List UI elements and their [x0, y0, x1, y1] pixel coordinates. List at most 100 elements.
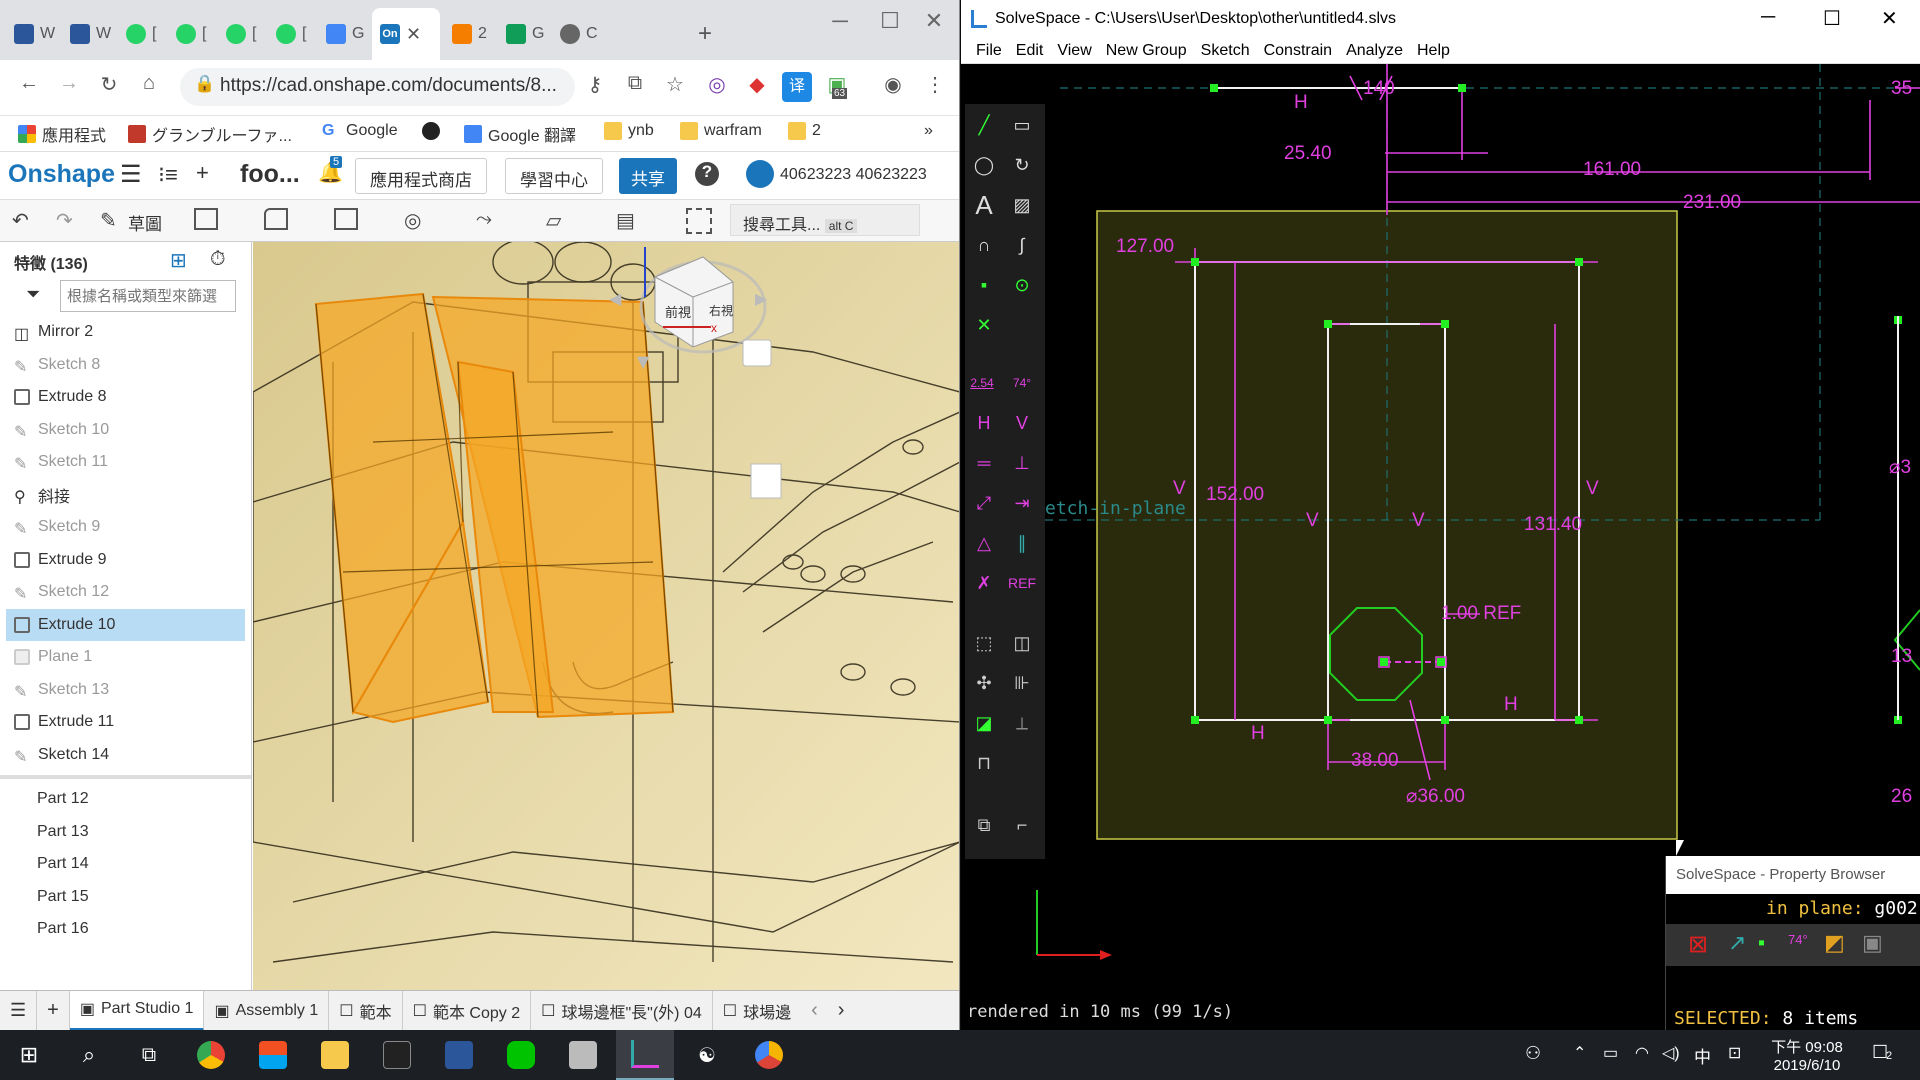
- on-curve-constraint-icon[interactable]: ⤢: [967, 486, 1001, 520]
- point-tool-icon[interactable]: ▪: [967, 268, 1001, 302]
- part-item[interactable]: Part 13: [0, 816, 251, 849]
- plane-tool-icon[interactable]: ▱: [546, 208, 561, 233]
- constraint-horizontal[interactable]: H: [1294, 92, 1308, 114]
- view-mode-icon[interactable]: [742, 339, 772, 367]
- bookmark-item[interactable]: [422, 122, 440, 140]
- boolean-tool-icon[interactable]: ◎: [404, 208, 421, 233]
- bookmark-folder[interactable]: 2: [788, 122, 821, 140]
- part-item[interactable]: Part 14: [0, 848, 251, 881]
- profile-icon[interactable]: ◉: [878, 72, 908, 102]
- 3d-model-view[interactable]: x 前視 右視 ▼ ◀ ▶: [253, 242, 960, 990]
- dimension-13[interactable]: 13: [1891, 646, 1912, 668]
- feature-item[interactable]: Extrude 8: [0, 381, 251, 414]
- other-constraint-icon[interactable]: ✗: [967, 566, 1001, 600]
- terminal-taskbar-icon[interactable]: [368, 1030, 426, 1080]
- constraint-vertical[interactable]: V: [1412, 510, 1425, 532]
- reference-toggle-icon[interactable]: REF: [1005, 566, 1039, 600]
- feature-item[interactable]: ✎ Sketch 10: [0, 414, 251, 447]
- dimension-26[interactable]: 26: [1891, 786, 1912, 808]
- translate-page-icon[interactable]: ⧉: [620, 72, 650, 102]
- close-window-icon[interactable]: ✕: [914, 8, 954, 34]
- text-tool-icon[interactable]: A: [967, 188, 1001, 222]
- line-taskbar-icon[interactable]: [492, 1030, 550, 1080]
- menu-sketch[interactable]: Sketch: [1194, 42, 1257, 60]
- maximize-icon[interactable]: ☐: [870, 8, 910, 34]
- chrome-canary-taskbar-icon[interactable]: [740, 1030, 798, 1080]
- bookmark-item[interactable]: G Google: [322, 122, 398, 140]
- undo-icon[interactable]: ↶: [12, 208, 29, 233]
- vertical-constraint-icon[interactable]: V: [1005, 406, 1039, 440]
- constraint-vertical[interactable]: V: [1306, 510, 1319, 532]
- tab-drawing[interactable]: ☐ 範本: [329, 990, 403, 1030]
- notification-icon[interactable]: 🔔 5: [318, 156, 343, 185]
- people-icon[interactable]: ⚇: [1525, 1043, 1541, 1064]
- menu-icon[interactable]: ⋮: [920, 72, 950, 102]
- task-view-button[interactable]: ⧉: [120, 1030, 178, 1080]
- view-cube-front-label[interactable]: 前視: [665, 305, 691, 320]
- equal-constraint-icon[interactable]: △: [967, 526, 1001, 560]
- menu-help[interactable]: Help: [1410, 42, 1457, 60]
- step-translate-icon[interactable]: ⊪: [1005, 666, 1039, 700]
- rotate-right-icon[interactable]: ▶: [755, 289, 768, 308]
- constraint-vertical[interactable]: V: [1173, 478, 1186, 500]
- constraint-horizontal[interactable]: H: [1504, 694, 1518, 716]
- import-icon[interactable]: ⌐: [1005, 808, 1039, 842]
- browser-tab[interactable]: 2: [444, 8, 495, 60]
- feature-item[interactable]: ✎ Sketch 12: [0, 576, 251, 609]
- wifi-icon[interactable]: ◠: [1635, 1043, 1649, 1063]
- points-icon[interactable]: ▪: [1758, 932, 1765, 955]
- group-icon[interactable]: ⧉: [967, 808, 1001, 842]
- menu-new-group[interactable]: New Group: [1099, 42, 1194, 60]
- fillet-tool-icon[interactable]: [264, 208, 288, 230]
- menu-file[interactable]: File: [969, 42, 1009, 60]
- menu-edit[interactable]: Edit: [1009, 42, 1051, 60]
- constraint-horizontal[interactable]: H: [1251, 723, 1265, 745]
- feature-item[interactable]: ◫ Mirror 2: [0, 316, 251, 349]
- menu-analyze[interactable]: Analyze: [1339, 42, 1410, 60]
- explorer-taskbar-icon[interactable]: [306, 1030, 364, 1080]
- feature-item[interactable]: ✎ Sketch 8: [0, 349, 251, 382]
- scroll-tabs-left-icon[interactable]: ‹: [801, 991, 828, 1031]
- new-tab-button[interactable]: +: [690, 8, 720, 60]
- image-tool-icon[interactable]: ▨: [1005, 188, 1039, 222]
- rotate-down-icon[interactable]: ▼: [637, 352, 650, 371]
- sketch-in-3d-icon[interactable]: ◪: [967, 706, 1001, 740]
- dimension-127[interactable]: 127.00: [1116, 236, 1174, 258]
- volume-icon[interactable]: ◁): [1662, 1043, 1680, 1063]
- tab-assembly[interactable]: ▣ Assembly 1: [204, 990, 330, 1030]
- line-tool-icon[interactable]: ╱: [967, 108, 1001, 142]
- onshape-logo[interactable]: Onshape: [8, 160, 115, 189]
- dimension-dia3[interactable]: ⌀3: [1889, 456, 1911, 479]
- star-icon[interactable]: ☆: [660, 72, 690, 102]
- app-taskbar-icon[interactable]: ☯: [678, 1030, 736, 1080]
- extension-icon[interactable]: ▣ 63: [822, 72, 852, 102]
- browser-tab[interactable]: W: [6, 8, 63, 60]
- clock[interactable]: 下午 09:08 2019/6/10: [1768, 1036, 1846, 1074]
- tab-list-icon[interactable]: ☰: [0, 990, 38, 1030]
- feature-item[interactable]: ✎ Sketch 11: [0, 446, 251, 479]
- bookmark-item[interactable]: Google 翻譯: [464, 122, 576, 146]
- split-tool-icon[interactable]: ✕: [967, 308, 1001, 342]
- ime-indicator[interactable]: 中: [1694, 1043, 1711, 1068]
- extrude-tool-icon[interactable]: [194, 208, 218, 230]
- graphics-viewport[interactable]: x 前視 右視 ▼ ◀ ▶: [253, 242, 960, 990]
- browser-tab[interactable]: G: [498, 8, 552, 60]
- horizontal-constraint-icon[interactable]: H: [967, 406, 1001, 440]
- part-item[interactable]: Part 16: [0, 913, 251, 946]
- extrude-icon[interactable]: ⬚: [967, 626, 1001, 660]
- constraints-icon[interactable]: 74°: [1788, 932, 1808, 947]
- browser-tab[interactable]: [: [218, 8, 264, 60]
- render-mode-icon[interactable]: [750, 463, 782, 499]
- browser-tab[interactable]: [: [268, 8, 314, 60]
- redo-icon[interactable]: ↷: [56, 208, 73, 233]
- sketch-tool-label[interactable]: 草圖: [128, 210, 162, 235]
- arc-tool-icon[interactable]: ↻: [1005, 148, 1039, 182]
- feature-item[interactable]: Extrude 10: [6, 608, 245, 641]
- lathe-icon[interactable]: ◫: [1005, 626, 1039, 660]
- feature-item[interactable]: ✎ Sketch 13: [0, 674, 251, 707]
- reload-icon[interactable]: ↻: [94, 72, 124, 102]
- action-center-icon[interactable]: ☐ 2: [1872, 1042, 1892, 1063]
- forward-icon[interactable]: →: [54, 72, 84, 102]
- minimize-icon[interactable]: ─: [820, 8, 860, 34]
- dimension-161[interactable]: 161.00: [1583, 159, 1641, 181]
